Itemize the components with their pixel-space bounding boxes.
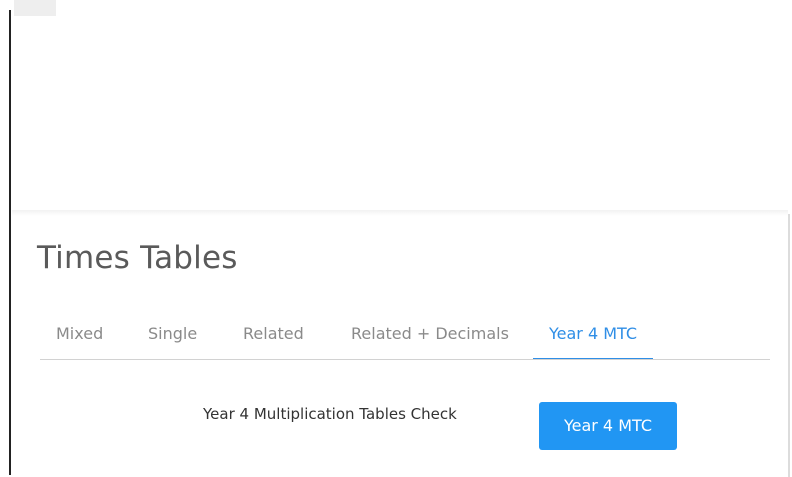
tab-related[interactable]: Related [243,314,304,358]
left-border-line [9,10,11,475]
panel-top-edge [12,210,788,216]
mtc-description-label: Year 4 Multiplication Tables Check [203,405,457,423]
year-4-mtc-button[interactable]: Year 4 MTC [539,402,677,450]
corner-patch [14,0,56,16]
tab-year-4-mtc[interactable]: Year 4 MTC [533,314,654,360]
right-border-line [788,214,790,477]
page: Times Tables Mixed Single Related Relate… [0,0,792,477]
tab-bar-divider [40,359,770,360]
tab-related-decimals[interactable]: Related + Decimals [351,314,509,358]
tab-mixed[interactable]: Mixed [56,314,103,358]
page-title: Times Tables [37,240,238,276]
tab-bar: Mixed Single Related Related + Decimals … [40,314,770,360]
tab-single[interactable]: Single [148,314,197,358]
